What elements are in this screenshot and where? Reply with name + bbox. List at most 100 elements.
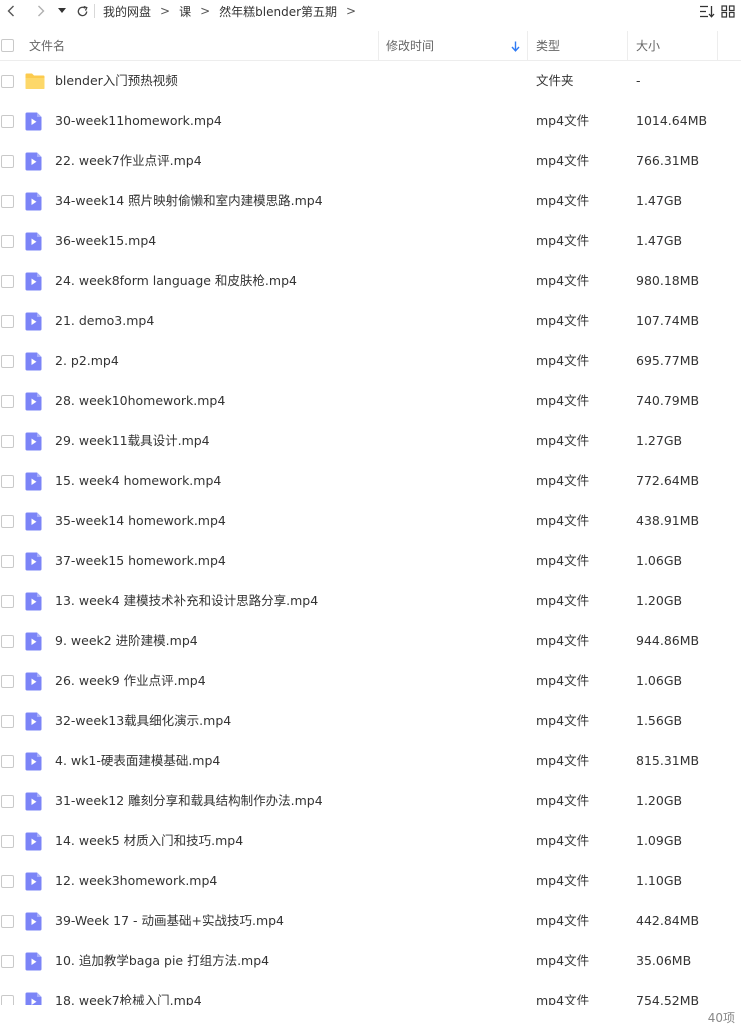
breadcrumb-item-course[interactable]: 课 — [179, 3, 191, 20]
file-size: 35.06MB — [636, 953, 692, 968]
row-checkbox[interactable] — [1, 515, 14, 528]
row-checkbox[interactable] — [1, 595, 14, 608]
file-name: 13. week4 建模技术补充和设计思路分享.mp4 — [55, 593, 319, 608]
row-checkbox[interactable] — [1, 235, 14, 248]
file-row[interactable]: 13. week4 建模技术补充和设计思路分享.mp4 mp4文件 1.20GB — [0, 581, 741, 621]
grid-icon — [721, 4, 735, 18]
navigation-toolbar: 我的网盘 > 课 > 然年糕blender第五期 > — [0, 0, 741, 22]
video-file-icon — [25, 232, 44, 251]
file-name: 24. week8form language 和皮肤枪.mp4 — [55, 273, 297, 288]
file-row[interactable]: blender入门预热视频 文件夹 - — [0, 61, 741, 101]
file-row[interactable]: 36-week15.mp4 mp4文件 1.47GB — [0, 221, 741, 261]
file-type: mp4文件 — [536, 833, 590, 848]
forward-button[interactable] — [32, 0, 50, 22]
row-checkbox[interactable] — [1, 835, 14, 848]
refresh-button[interactable] — [74, 0, 90, 22]
file-row[interactable]: 31-week12 雕刻分享和载具结构制作办法.mp4 mp4文件 1.20GB — [0, 781, 741, 821]
row-checkbox[interactable] — [1, 435, 14, 448]
file-type: mp4文件 — [536, 713, 590, 728]
file-name: 31-week12 雕刻分享和载具结构制作办法.mp4 — [55, 793, 323, 808]
file-name: 18. week7枪械入门.mp4 — [55, 993, 202, 1005]
file-name: blender入门预热视频 — [55, 73, 178, 88]
breadcrumb-item-current[interactable]: 然年糕blender第五期 — [219, 3, 337, 20]
history-dropdown-button[interactable] — [56, 0, 68, 22]
file-row[interactable]: 2. p2.mp4 mp4文件 695.77MB — [0, 341, 741, 381]
file-row[interactable]: 22. week7作业点评.mp4 mp4文件 766.31MB — [0, 141, 741, 181]
row-checkbox[interactable] — [1, 715, 14, 728]
column-divider[interactable] — [627, 31, 628, 61]
grid-view-button[interactable] — [721, 0, 741, 22]
row-checkbox[interactable] — [1, 315, 14, 328]
breadcrumb-root[interactable]: 我的网盘 — [103, 3, 151, 20]
column-divider[interactable] — [378, 31, 379, 61]
file-name: 14. week5 材质入门和技巧.mp4 — [55, 833, 244, 848]
file-size: 1014.64MB — [636, 113, 708, 128]
column-header-type[interactable]: 类型 — [536, 31, 560, 61]
row-checkbox[interactable] — [1, 355, 14, 368]
file-row[interactable]: 9. week2 进阶建模.mp4 mp4文件 944.86MB — [0, 621, 741, 661]
row-checkbox[interactable] — [1, 395, 14, 408]
file-row[interactable]: 34-week14 照片映射偷懒和室内建模思路.mp4 mp4文件 1.47GB — [0, 181, 741, 221]
breadcrumb-separator-icon: > — [160, 4, 171, 18]
file-row[interactable]: 28. week10homework.mp4 mp4文件 740.79MB — [0, 381, 741, 421]
file-size: - — [636, 73, 641, 88]
file-name: 34-week14 照片映射偷懒和室内建模思路.mp4 — [55, 193, 323, 208]
file-type: mp4文件 — [536, 433, 590, 448]
video-file-icon — [25, 112, 44, 131]
file-size: 107.74MB — [636, 313, 700, 328]
sort-button[interactable] — [697, 0, 717, 22]
file-size: 1.09GB — [636, 833, 683, 848]
file-row[interactable]: 4. wk1-硬表面建模基础.mp4 mp4文件 815.31MB — [0, 741, 741, 781]
file-size: 1.06GB — [636, 553, 683, 568]
video-file-icon — [25, 992, 44, 1005]
column-divider[interactable] — [717, 31, 718, 61]
row-checkbox[interactable] — [1, 675, 14, 688]
back-button[interactable] — [2, 0, 20, 22]
file-type: mp4文件 — [536, 273, 590, 288]
file-row[interactable]: 15. week4 homework.mp4 mp4文件 772.64MB — [0, 461, 741, 501]
row-checkbox[interactable] — [1, 995, 14, 1005]
row-checkbox[interactable] — [1, 195, 14, 208]
row-checkbox[interactable] — [1, 915, 14, 928]
row-checkbox[interactable] — [1, 75, 14, 88]
row-checkbox[interactable] — [1, 755, 14, 768]
file-row[interactable]: 35-week14 homework.mp4 mp4文件 438.91MB — [0, 501, 741, 541]
row-checkbox[interactable] — [1, 155, 14, 168]
file-row[interactable]: 37-week15 homework.mp4 mp4文件 1.06GB — [0, 541, 741, 581]
select-all-checkbox[interactable] — [1, 39, 14, 52]
file-row[interactable]: 21. demo3.mp4 mp4文件 107.74MB — [0, 301, 741, 341]
sort-descending-icon[interactable] — [511, 41, 520, 52]
row-checkbox[interactable] — [1, 475, 14, 488]
row-checkbox[interactable] — [1, 875, 14, 888]
file-row[interactable]: 24. week8form language 和皮肤枪.mp4 mp4文件 980.… — [0, 261, 741, 301]
breadcrumb-expand-icon[interactable]: > — [346, 4, 356, 18]
column-divider[interactable] — [527, 31, 528, 61]
toolbar-divider — [94, 4, 95, 18]
file-row[interactable]: 18. week7枪械入门.mp4 mp4文件 754.52MB — [0, 981, 741, 1005]
file-size: 695.77MB — [636, 353, 700, 368]
row-checkbox[interactable] — [1, 115, 14, 128]
row-checkbox[interactable] — [1, 555, 14, 568]
file-row[interactable]: 26. week9 作业点评.mp4 mp4文件 1.06GB — [0, 661, 741, 701]
file-type: mp4文件 — [536, 673, 590, 688]
row-checkbox[interactable] — [1, 955, 14, 968]
column-header-modified[interactable]: 修改时间 — [386, 31, 434, 61]
file-row[interactable]: 39-Week 17 - 动画基础+实战技巧.mp4 mp4文件 442.84MB — [0, 901, 741, 941]
column-header-size[interactable]: 大小 — [636, 31, 660, 61]
file-name: 15. week4 homework.mp4 — [55, 473, 222, 488]
row-checkbox[interactable] — [1, 275, 14, 288]
file-row[interactable]: 10. 追加教学baga pie 打组方法.mp4 mp4文件 35.06MB — [0, 941, 741, 981]
row-checkbox[interactable] — [1, 795, 14, 808]
file-type: mp4文件 — [536, 553, 590, 568]
file-name: 4. wk1-硬表面建模基础.mp4 — [55, 753, 221, 768]
row-checkbox[interactable] — [1, 635, 14, 648]
view-controls — [697, 0, 741, 22]
file-type: mp4文件 — [536, 233, 590, 248]
file-row[interactable]: 32-week13载具细化演示.mp4 mp4文件 1.56GB — [0, 701, 741, 741]
file-row[interactable]: 29. week11载具设计.mp4 mp4文件 1.27GB — [0, 421, 741, 461]
column-header-name[interactable]: 文件名 — [29, 31, 65, 61]
file-row[interactable]: 12. week3homework.mp4 mp4文件 1.10GB — [0, 861, 741, 901]
file-row[interactable]: 30-week11homework.mp4 mp4文件 1014.64MB — [0, 101, 741, 141]
file-row[interactable]: 14. week5 材质入门和技巧.mp4 mp4文件 1.09GB — [0, 821, 741, 861]
file-size: 438.91MB — [636, 513, 700, 528]
